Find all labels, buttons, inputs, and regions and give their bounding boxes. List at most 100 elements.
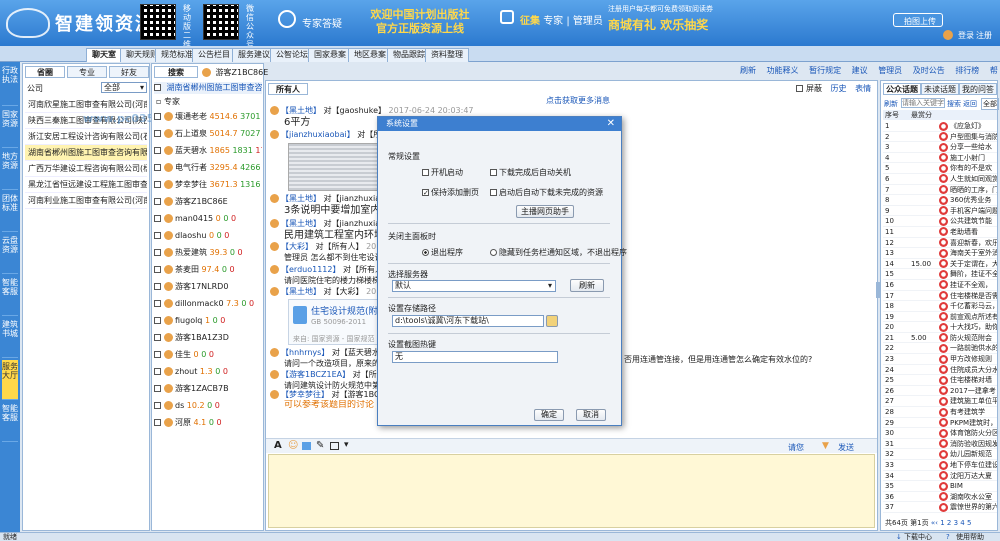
sender[interactable]: 【jianzhuxiaobai】	[281, 130, 355, 139]
topic-row[interactable]: 24 ● 住院成员大分水	[883, 365, 997, 376]
topic-row[interactable]: 14 15.00 ● 关于定谓在，大	[883, 259, 997, 270]
sender[interactable]: 【大彩】	[281, 242, 313, 251]
list-item[interactable]: 浙江安居工程设计咨询有限公司(石家	[25, 129, 147, 145]
tab-everyone[interactable]: 所有人	[268, 83, 308, 95]
topic-row[interactable]: 30 ● 体育馆防火分区	[883, 428, 997, 439]
tab-my-qa[interactable]: 我的问答	[959, 83, 997, 95]
user-checkbox[interactable]	[154, 300, 161, 307]
user-checkbox[interactable]	[154, 351, 161, 358]
topic-row[interactable]: 11 ● 老助墙看	[883, 227, 997, 238]
register-link[interactable]: 注册	[976, 30, 992, 41]
user-row[interactable]: 蓝天碧水 1865 1831 1749	[154, 142, 262, 159]
page-link[interactable]: 5	[967, 519, 971, 527]
topic-row[interactable]: 28 ● 有考建筑学	[883, 407, 997, 418]
list-item[interactable]: 广西万华建设工程咨询有限公司(梧州	[25, 161, 147, 177]
topic-row[interactable]: 21 5.00 ● 防火规范附会	[883, 333, 997, 344]
user-checkbox[interactable]	[154, 419, 161, 426]
user-checkbox[interactable]	[154, 402, 161, 409]
topic-row[interactable]: 12 ● 喜迎新春，欢乐	[883, 238, 997, 249]
nav-tab-chatroom[interactable]: 聊天室	[86, 48, 122, 62]
expert-qa-button[interactable]: 专家答疑	[278, 10, 342, 32]
tab-public-topics[interactable]: 公众话题	[883, 83, 921, 95]
chat-image[interactable]	[288, 143, 388, 191]
user-row[interactable]: dillonmack0 7.3 0 0	[154, 295, 262, 312]
topic-row[interactable]: 9 ● 手机客户端问题	[883, 206, 997, 217]
auto-download-checkbox[interactable]: 启动后自动下载未完成的资源	[490, 187, 603, 198]
screenshot-icon[interactable]	[330, 442, 339, 450]
user-row[interactable]: zhout 1.3 0 0	[154, 363, 262, 380]
sidebar-item-support[interactable]: 智能客服	[2, 402, 18, 442]
toolbar-admin[interactable]: 管理员	[878, 66, 902, 75]
topic-row[interactable]: 18 ● 千亿蓄彩马云，	[883, 301, 997, 312]
topic-row[interactable]: 6 ● 人生就如同观赏	[883, 174, 997, 185]
tab-profession[interactable]: 专业	[67, 66, 107, 78]
topic-row[interactable]: 29 ●PKPM建筑时，次	[883, 418, 997, 429]
user-checkbox[interactable]	[154, 181, 161, 188]
topic-all-button[interactable]: 全部	[981, 98, 999, 110]
sender[interactable]: 【黑土地】	[281, 194, 321, 203]
group-checkbox[interactable]	[154, 84, 161, 91]
user-row[interactable]: 游客17NLRD0	[154, 278, 262, 295]
tray-radio[interactable]: 隐藏到任务栏通知区域，不退出程序	[490, 247, 627, 258]
topic-search-button[interactable]: 搜索	[947, 99, 961, 109]
user-row[interactable]: 游客1BA1Z3D	[154, 329, 262, 346]
hotkey-input[interactable]: 无	[392, 351, 558, 363]
more-icon[interactable]: ▾	[344, 440, 349, 450]
topic-row[interactable]: 22 ● 一路前驰供水的	[883, 343, 997, 355]
font-icon[interactable]: A	[274, 440, 282, 451]
list-item[interactable]: 河南利业施工图审查有限公司(河南省	[25, 193, 147, 209]
nav-tab-national[interactable]: 国家悬案	[308, 48, 352, 62]
topic-row[interactable]: 10 ● 公共建筑节能	[883, 216, 997, 227]
sidebar-item-cloud[interactable]: 云盘资源	[2, 234, 18, 274]
topic-row[interactable]: 17 ● 住宅楼梯是否需	[883, 291, 997, 302]
company-filter-select[interactable]: 全部 ▾	[101, 82, 147, 93]
toolbar-refresh[interactable]: 刷新	[740, 66, 756, 75]
user-row[interactable]: ds 10.2 0 0	[154, 397, 262, 414]
cancel-button[interactable]: 取消	[576, 409, 606, 421]
sender[interactable]: 【梦幸梦往】	[281, 390, 329, 399]
lottery-link[interactable]: 欢乐抽奖	[660, 18, 708, 32]
tab-friends[interactable]: 好友	[109, 66, 149, 78]
user-row[interactable]: fiugolq 1 0 0	[154, 312, 262, 329]
topic-row[interactable]: 26 ● 2017一建拿考	[883, 386, 997, 397]
topic-row[interactable]: 19 ● 前宣观点所述有	[883, 312, 997, 323]
toolbar-announce[interactable]: 及时公告	[913, 66, 945, 75]
mall-gift-link[interactable]: 商城有礼	[608, 18, 656, 32]
shutdown-checkbox[interactable]: 下载完成后自动关机	[490, 167, 571, 178]
recruit-expert-link[interactable]: 专家	[543, 16, 563, 27]
topic-row[interactable]: 20 ● 十大找巧，助你	[883, 322, 997, 333]
server-select[interactable]: 默认 ▾	[392, 280, 556, 292]
sidebar-item-enforcement[interactable]: 行政执法	[2, 64, 18, 106]
user-checkbox[interactable]	[154, 232, 161, 239]
user-row[interactable]: 石上道泉 5014.7 7027 70	[154, 125, 262, 142]
user-row[interactable]: man0415 0 0 0	[154, 210, 262, 227]
nav-tab-organize[interactable]: 资料整理	[425, 48, 469, 62]
message-input[interactable]	[268, 454, 875, 528]
image-icon[interactable]	[302, 442, 311, 450]
user-row[interactable]: 电气行者 3295.4 4266 4	[154, 159, 262, 176]
prev-page-icon[interactable]: «‹	[931, 519, 938, 527]
help-link[interactable]: 使用帮助	[956, 533, 984, 541]
topic-row[interactable]: 16 ● 挂证不全观，	[883, 280, 997, 291]
user-row[interactable]: 热爱建筑 39.3 0 0	[154, 244, 262, 261]
float-checkbox[interactable]: ✓ 保持添加删页	[422, 187, 479, 198]
sidebar-item-bookstore[interactable]: 建筑书城	[2, 318, 18, 358]
user-row[interactable]: dlaoshu 0 0 0	[154, 227, 262, 244]
topic-row[interactable]: 5 ● 你有的不是欢	[883, 163, 997, 174]
nav-tab-notices[interactable]: 公告栏目	[192, 48, 236, 62]
user-checkbox[interactable]	[154, 164, 161, 171]
user-checkbox[interactable]	[154, 385, 161, 392]
topic-row[interactable]: 13 ● 海南关于室外消	[883, 248, 997, 259]
toolbar-rules[interactable]: 暂行规定	[809, 66, 841, 75]
sidebar-item-hall[interactable]: 服务大厅	[2, 360, 18, 400]
helper-button[interactable]: 主播网页助手	[516, 205, 574, 218]
sender[interactable]: 【黑土地】	[281, 106, 321, 115]
user-checkbox[interactable]	[154, 113, 161, 120]
user-row[interactable]: 佳生 0 0 0	[154, 346, 262, 363]
topic-row[interactable]: 34 ● 沈阳万达大夏	[883, 471, 997, 482]
sidebar-item-group[interactable]: 团体标准	[2, 192, 18, 232]
cloud-upload-button[interactable]: 拍图上传	[893, 13, 943, 27]
user-checkbox[interactable]	[154, 249, 161, 256]
ask-link[interactable]: 请您	[788, 442, 804, 453]
topic-row[interactable]: 32 ● 幼儿园新规范	[883, 449, 997, 460]
